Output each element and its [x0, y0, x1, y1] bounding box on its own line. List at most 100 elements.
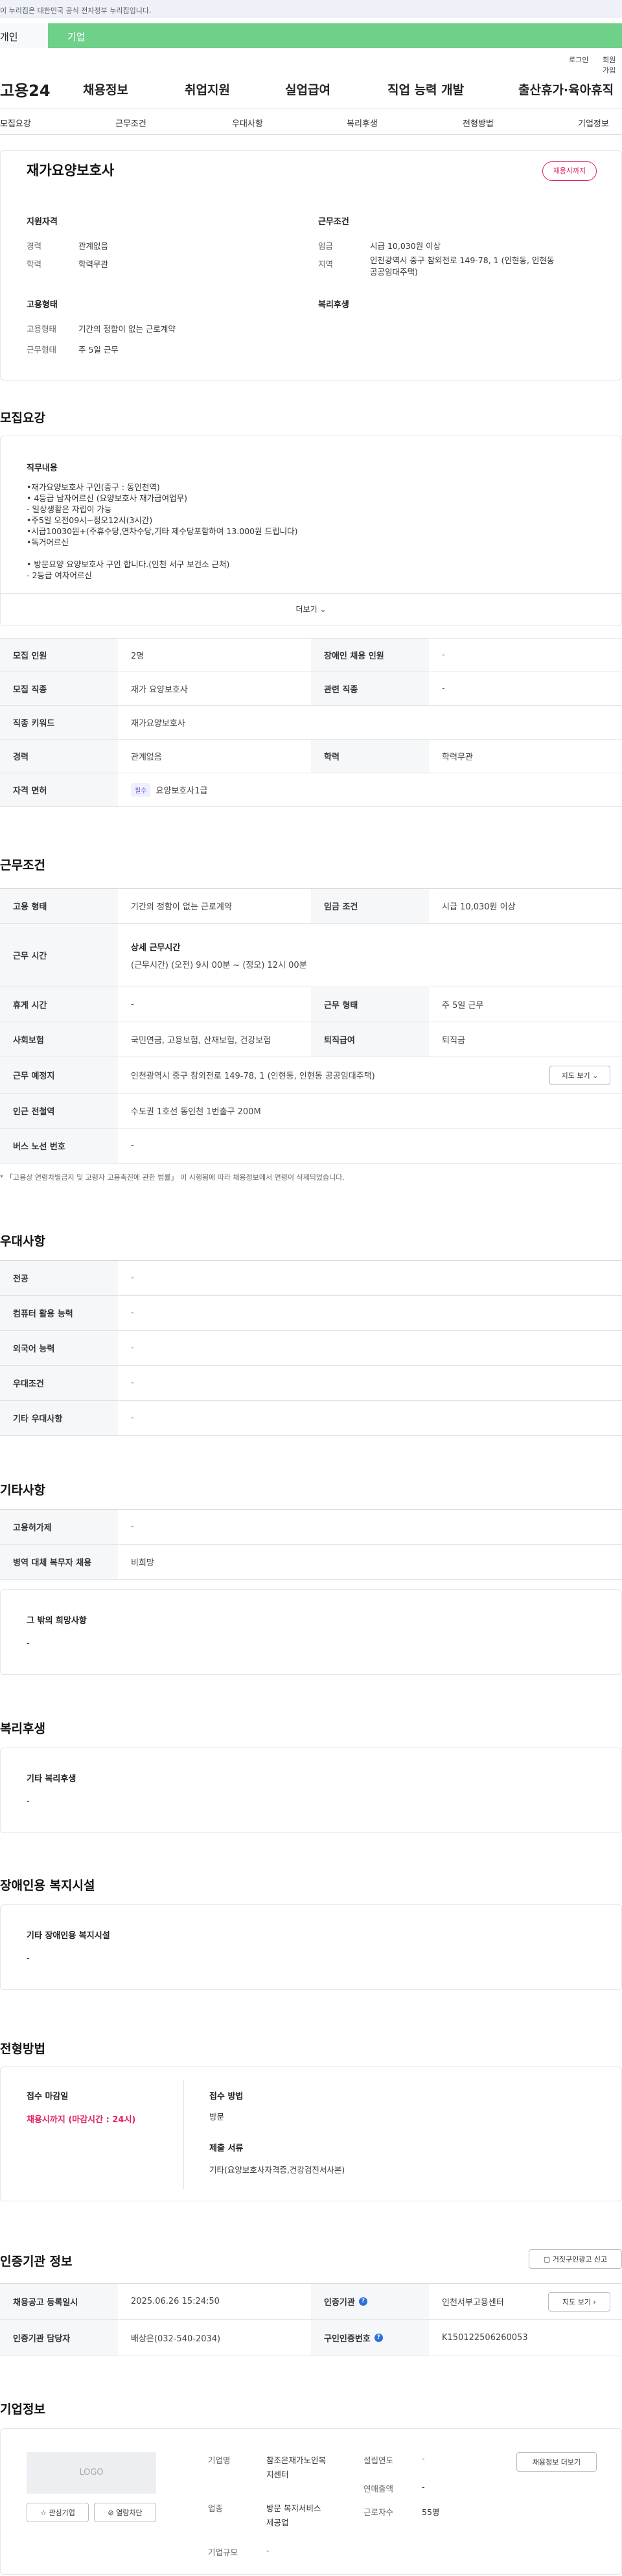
cond-heading: 근무조건: [318, 217, 349, 227]
pref-title: 우대사항: [0, 1234, 45, 1248]
deadline-badge: 채용시까지: [542, 161, 597, 181]
duty-line: • 4등급 남자어르신 (요양보호사 재가급여업무): [27, 493, 187, 503]
tab-work[interactable]: 근무조건: [115, 117, 146, 129]
table-row: 인증기관 담당자 배상은(032-540-2034) 구인인증번호? K1501…: [0, 2320, 622, 2356]
block-icon: ⊘: [108, 2508, 114, 2517]
tab-company[interactable]: 기업정보: [578, 117, 609, 129]
size-value: -: [266, 2546, 270, 2555]
method-heading: 접수 방법: [209, 2092, 244, 2102]
fav-company-button[interactable]: ☆ 관심기업: [27, 2503, 89, 2522]
info-icon[interactable]: ?: [374, 2334, 383, 2342]
document-icon: ▢: [543, 2254, 551, 2264]
hope-value: -: [27, 1638, 30, 1648]
disabled-fac-value: -: [27, 1953, 30, 1963]
work-title: 근무조건: [0, 858, 45, 872]
tab-recruit[interactable]: 모집요강: [0, 117, 31, 129]
etc-title: 기타사항: [0, 1483, 45, 1497]
job-title: 재가요양보호사: [27, 163, 115, 178]
deadline-value: 채용시까지 (마감시간 : 24시): [27, 2115, 136, 2125]
duty-line: - 일상생활은 자립이 가능: [27, 504, 112, 514]
table-row: 버스 노선 번호 -: [0, 1129, 622, 1164]
table-row: 병역 대체 복무자 채용 비희망: [0, 1545, 622, 1580]
table-row: 근무 예정지 인천광역시 중구 참외전로 149-78, 1 (인현동, 인현동…: [0, 1057, 622, 1094]
hours-value: (근무시간) (오전) 9시 00분 ~ (정오) 12시 00분: [131, 960, 307, 970]
table-row: 고용 형태 기간의 정함이 없는 근로계약 임금 조건 시급 10,030원 이…: [0, 889, 622, 924]
duty-card: 직무내용 •재가요양보호사 구인(중구 : 동인천역) • 4등급 남자어르신 …: [0, 436, 622, 626]
gnb-item-leave[interactable]: 출산휴가·육아휴직: [518, 80, 614, 98]
chevron-down-icon: ⌄: [592, 1071, 599, 1080]
gnb-item-employment-support[interactable]: 취업지원: [185, 80, 230, 98]
tab-pref[interactable]: 우대사항: [232, 117, 263, 129]
company-name-line2: 지센터: [266, 2470, 289, 2479]
welfare-heading: 복리후생: [318, 300, 349, 310]
wage-label: 임금: [318, 241, 334, 251]
work-table: 고용 형태 기간의 정함이 없는 근로계약 임금 조건 시급 10,030원 이…: [0, 888, 622, 1164]
required-tag: 필수: [131, 783, 151, 797]
login-link[interactable]: 로그인: [569, 54, 588, 65]
chevron-right-icon: ›: [593, 2297, 596, 2306]
gnb-item-unemployment[interactable]: 실업급여: [285, 80, 330, 98]
employees-label: 근로자수: [363, 2507, 394, 2517]
audience-person-tab[interactable]: 개인: [0, 23, 48, 48]
company-info-button[interactable]: 채용정보 더보기: [516, 2452, 597, 2472]
agency-title: 인증기관 정보: [0, 2254, 73, 2269]
gnb-item-jobs[interactable]: 채용정보: [83, 80, 128, 98]
disabled-fac-card: 기타 장애인용 복지시설 -: [0, 1904, 622, 1990]
company-title: 기업정보: [0, 2402, 45, 2417]
welfare-card-value: -: [27, 1796, 30, 1806]
welfare-card-heading: 기타 복리후생: [27, 1774, 76, 1784]
table-row: 모집 인원 2명 장애인 채용 인원 -: [0, 638, 622, 672]
audience-switch: 개인 기업: [0, 18, 622, 48]
tab-selection[interactable]: 전형방법: [463, 117, 494, 129]
table-row: 우대조건 -: [0, 1366, 622, 1401]
emp-heading: 고용형태: [27, 300, 58, 310]
sales-label: 연매출액: [363, 2484, 394, 2494]
summary-card: 재가요양보호사 채용시까지 지원자격 경력 관계없음 학력 학력무관 고용형태 …: [0, 150, 622, 381]
more-button[interactable]: 더보기 ⌄: [1, 593, 621, 626]
agency-table: 채용공고 등록일시 2025.06.26 15:24:50 인증기관? 인천서부…: [0, 2283, 622, 2356]
career-label: 경력: [27, 241, 42, 251]
recruit-table: 모집 인원 2명 장애인 채용 인원 - 모집 직종 재가 요양보호사 관련 직…: [0, 638, 622, 807]
block-company-button[interactable]: ⊘ 열람차단: [94, 2503, 156, 2522]
industry-line1: 방문 복지서비스: [266, 2503, 321, 2513]
selection-card: 접수 마감일 채용시까지 (마감시간 : 24시) 접수 방법 방문 제출 서류…: [0, 2067, 622, 2201]
table-row: 모집 직종 재가 요양보호사 관련 직종 -: [0, 672, 622, 706]
site-logo[interactable]: 고용24: [0, 78, 51, 100]
company-name-line1: 참조은재가노인복: [266, 2455, 327, 2465]
table-row: 경력 관계없음 학력 학력무관: [0, 740, 622, 773]
method-value: 방문: [209, 2112, 225, 2122]
table-row: 인근 전철역 수도권 1호선 동인천 1번출구 200M: [0, 1094, 622, 1129]
hope-card: 그 밖의 희망사항 -: [0, 1589, 622, 1675]
emp-type-label: 고용형태: [27, 324, 57, 334]
map-button[interactable]: 지도 보기 ⌄: [549, 1066, 610, 1085]
table-row: 휴게 시간 - 근무 형태 주 5일 근무: [0, 987, 622, 1022]
report-button[interactable]: ▢ 거짓구인광고 신고: [529, 2249, 622, 2269]
recruit-title: 모집요강: [0, 411, 45, 425]
table-row: 기타 우대사항 -: [0, 1401, 622, 1436]
audience-company-tab[interactable]: 기업: [48, 23, 622, 48]
industry-line2: 제공업: [266, 2518, 289, 2527]
company-name-label: 기업명: [208, 2455, 231, 2465]
duty-line: [27, 548, 297, 559]
docs-heading: 제출 서류: [209, 2144, 244, 2153]
table-row: 외국어 능력 -: [0, 1331, 622, 1366]
region-label: 지역: [318, 259, 334, 269]
duty-line: •시급10030원+(주휴수당,연차수당,기타 제수당포함하여 13.000원 …: [27, 526, 298, 536]
info-icon[interactable]: ?: [358, 2297, 367, 2306]
duty-line: - 2등급 여자어르신: [27, 570, 92, 580]
emp-type-value: 기간의 정함이 없는 근로계약: [78, 324, 176, 334]
size-label: 기업규모: [208, 2547, 238, 2557]
wage-value: 시급 10,030원 이상: [370, 241, 441, 251]
hope-heading: 그 밖의 희망사항: [27, 1616, 87, 1626]
gnb-item-training[interactable]: 직업 능력 개발: [387, 80, 464, 98]
deadline-heading: 접수 마감일: [27, 2092, 69, 2102]
chevron-down-icon: ⌄: [319, 605, 327, 614]
table-row: 컴퓨터 활용 능력 -: [0, 1296, 622, 1331]
tab-welfare[interactable]: 복리후생: [347, 117, 378, 129]
agency-map-button[interactable]: 지도 보기 ›: [548, 2292, 610, 2312]
gov-banner-text: 이 누리집은 대한민국 공식 전자정부 누리집입니다.: [0, 6, 152, 15]
disabled-fac-heading: 기타 장애인용 복지시설: [27, 1931, 110, 1941]
edu-label: 학력: [27, 259, 42, 269]
star-icon: ☆: [40, 2508, 47, 2517]
industry-label: 업종: [208, 2503, 224, 2513]
